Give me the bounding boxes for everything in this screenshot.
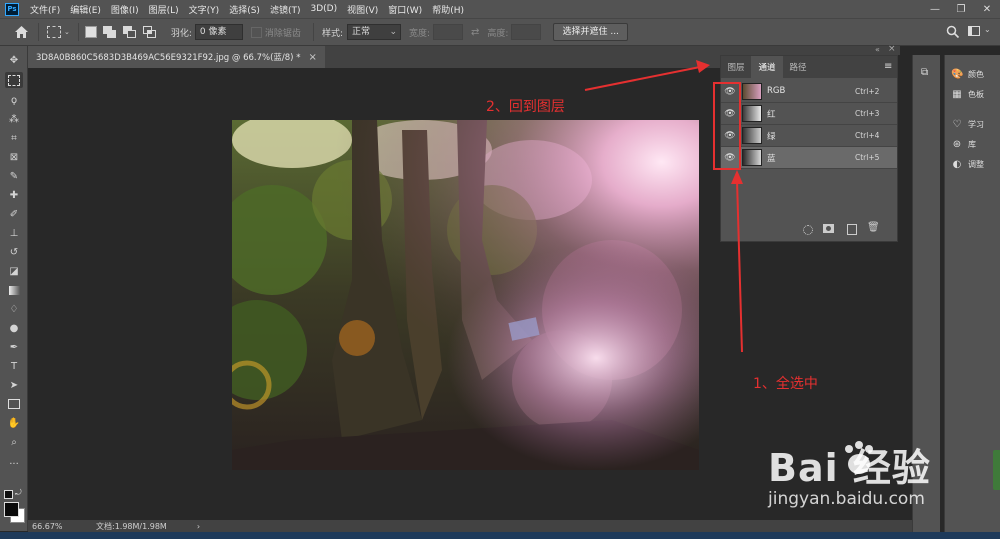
dock-item-label: 库 [968, 139, 976, 149]
swatches-icon: ▦ [952, 88, 962, 100]
adjustments-icon: ◐ [952, 158, 962, 170]
side-widget [993, 450, 1000, 490]
dock-item-learn[interactable]: ♡ 学习 [951, 117, 984, 131]
dock-item-color[interactable]: 🎨 颜色 [951, 67, 984, 81]
palette-icon: 🎨 [951, 68, 964, 80]
dock-item-label: 调整 [968, 159, 984, 169]
dock-item-label: 颜色 [968, 69, 984, 79]
dock-item-adjustments[interactable]: ◐ 调整 [951, 157, 984, 171]
lightbulb-icon: ♡ [952, 118, 962, 130]
dock-item-label: 学习 [968, 119, 984, 129]
annotation-step2: 2、回到图层 [486, 99, 565, 115]
dock-panels: 🎨 颜色 ▦ 色板 ♡ 学习 ⊛ 库 ◐ 调整 [944, 55, 1000, 532]
annotation-step1: 1、全选中 [753, 376, 818, 392]
dock-item-libraries[interactable]: ⊛ 库 [951, 137, 976, 151]
foreground-color-swatch[interactable] [4, 502, 19, 517]
library-icon: ⊛ [952, 138, 962, 150]
dock-item-swatches[interactable]: ▦ 色板 [951, 87, 984, 101]
baidu-jingyan-watermark-url: jingyan.baidu.com [768, 489, 925, 509]
history-panel-icon[interactable]: ⧉ [921, 67, 933, 79]
paw-icon [840, 440, 878, 478]
dock-item-label: 色板 [968, 89, 984, 99]
